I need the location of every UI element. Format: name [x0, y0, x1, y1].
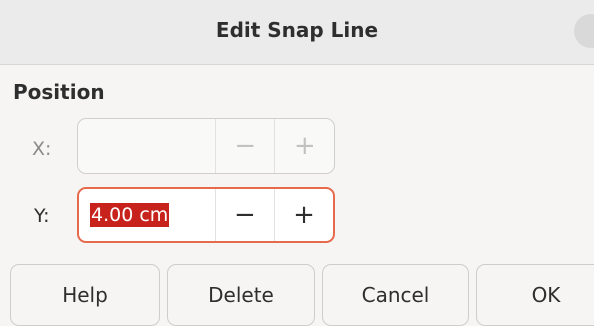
x-spinbox: − +: [77, 118, 335, 174]
x-decrement-button: −: [214, 119, 275, 173]
dialog-titlebar: Edit Snap Line: [0, 0, 594, 65]
button-row: Help Delete Cancel OK: [0, 264, 594, 326]
y-input[interactable]: 4.00 cm: [79, 189, 215, 241]
help-button[interactable]: Help: [10, 264, 160, 326]
cancel-button[interactable]: Cancel: [322, 264, 469, 326]
delete-button[interactable]: Delete: [167, 264, 315, 326]
x-input: [78, 119, 215, 173]
close-button[interactable]: [574, 14, 594, 48]
x-increment-button: +: [274, 119, 334, 173]
position-section-label: Position: [13, 80, 105, 104]
y-spinbox[interactable]: 4.00 cm − +: [77, 187, 335, 243]
ok-button[interactable]: OK: [476, 264, 594, 326]
y-label: Y:: [34, 205, 50, 227]
y-decrement-button[interactable]: −: [214, 189, 274, 241]
y-increment-button[interactable]: +: [273, 189, 333, 241]
dialog-title: Edit Snap Line: [215, 18, 379, 42]
x-label: X:: [32, 138, 52, 160]
y-input-selected-text[interactable]: 4.00 cm: [90, 203, 170, 227]
